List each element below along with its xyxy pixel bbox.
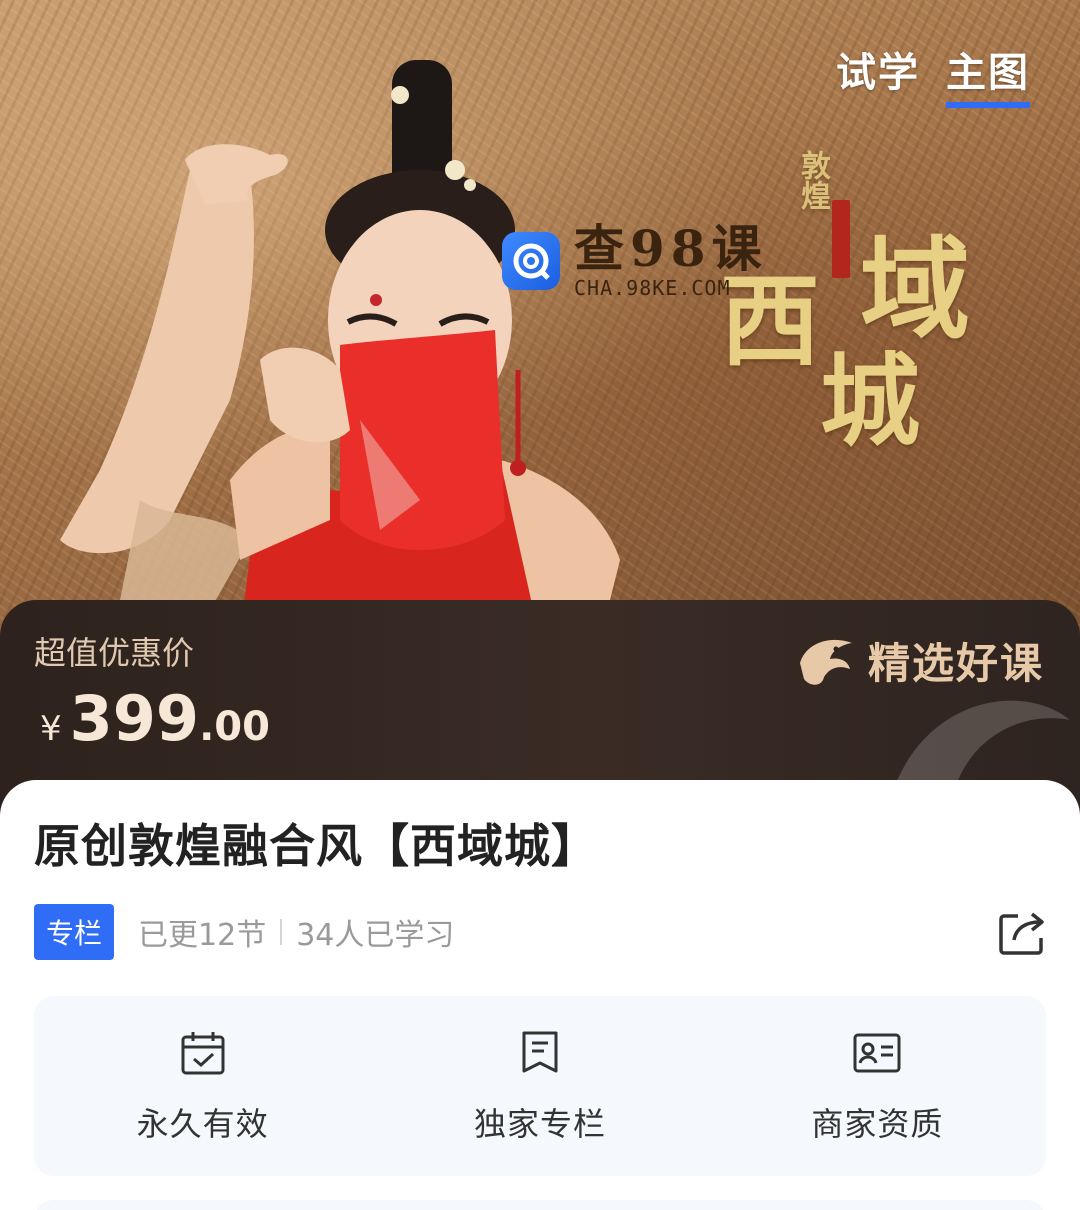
course-info-card: 原创敦煌融合风【西域城】 专栏 已更12节 34人已学习 永久有效 独家专栏 商… <box>0 780 1080 1210</box>
watermark-logo-icon <box>502 232 560 290</box>
course-title: 原创敦煌融合风【西域城】 <box>34 819 598 873</box>
calligraphy-small: 敦煌 <box>795 150 830 210</box>
next-section-card <box>34 1200 1046 1210</box>
eagle-logo-icon <box>799 639 852 685</box>
badge-text: 精选好课 <box>867 639 1044 688</box>
currency-symbol: ¥ <box>40 709 62 749</box>
feature-merchant-qualification[interactable]: 商家资质 <box>709 996 1046 1176</box>
course-detail-page: 试学 主图 敦煌 西 域 城 查98课 CHA.98KE.COM 超值优惠价 ¥… <box>0 0 1080 1210</box>
red-seal-stamp <box>832 200 850 278</box>
learner-count: 34人已学习 <box>296 918 455 953</box>
calendar-check-icon <box>181 1032 225 1075</box>
featured-course-badge: 精选好课 <box>796 630 1044 691</box>
calligraphy-char-3: 城 <box>820 342 920 460</box>
feature-label: 商家资质 <box>811 1105 944 1143</box>
service-features: 永久有效 独家专栏 商家资质 <box>34 996 1046 1176</box>
id-card-icon <box>853 1033 901 1073</box>
price-decimal: .00 <box>199 704 270 750</box>
course-meta: 专栏 已更12节 34人已学习 <box>34 904 454 960</box>
bookmark-note-icon <box>522 1031 558 1073</box>
meta-divider <box>280 919 283 945</box>
feature-permanent[interactable]: 永久有效 <box>34 996 371 1176</box>
price-value: ¥ 399 .00 <box>40 682 270 755</box>
share-icon <box>999 912 1044 955</box>
tab-trial[interactable]: 试学 <box>836 40 920 108</box>
price-integer: 399 <box>69 682 200 755</box>
feature-label: 永久有效 <box>136 1105 269 1143</box>
feature-label: 独家专栏 <box>473 1105 606 1143</box>
price-label: 超值优惠价 <box>34 634 195 672</box>
tab-main-image[interactable]: 主图 <box>946 40 1030 108</box>
course-banner-image[interactable]: 试学 主图 敦煌 西 域 城 查98课 CHA.98KE.COM <box>0 0 1080 640</box>
watermark-subtitle: CHA.98KE.COM <box>574 276 731 300</box>
watermark: 查98课 CHA.98KE.COM <box>502 222 768 300</box>
media-tab-switch: 试学 主图 <box>836 40 1030 108</box>
updated-count: 已更12节 <box>138 918 267 953</box>
column-tag: 专栏 <box>34 904 115 960</box>
feature-exclusive[interactable]: 独家专栏 <box>371 996 708 1176</box>
share-button[interactable] <box>996 906 1048 958</box>
watermark-title: 查98课 <box>574 219 768 278</box>
